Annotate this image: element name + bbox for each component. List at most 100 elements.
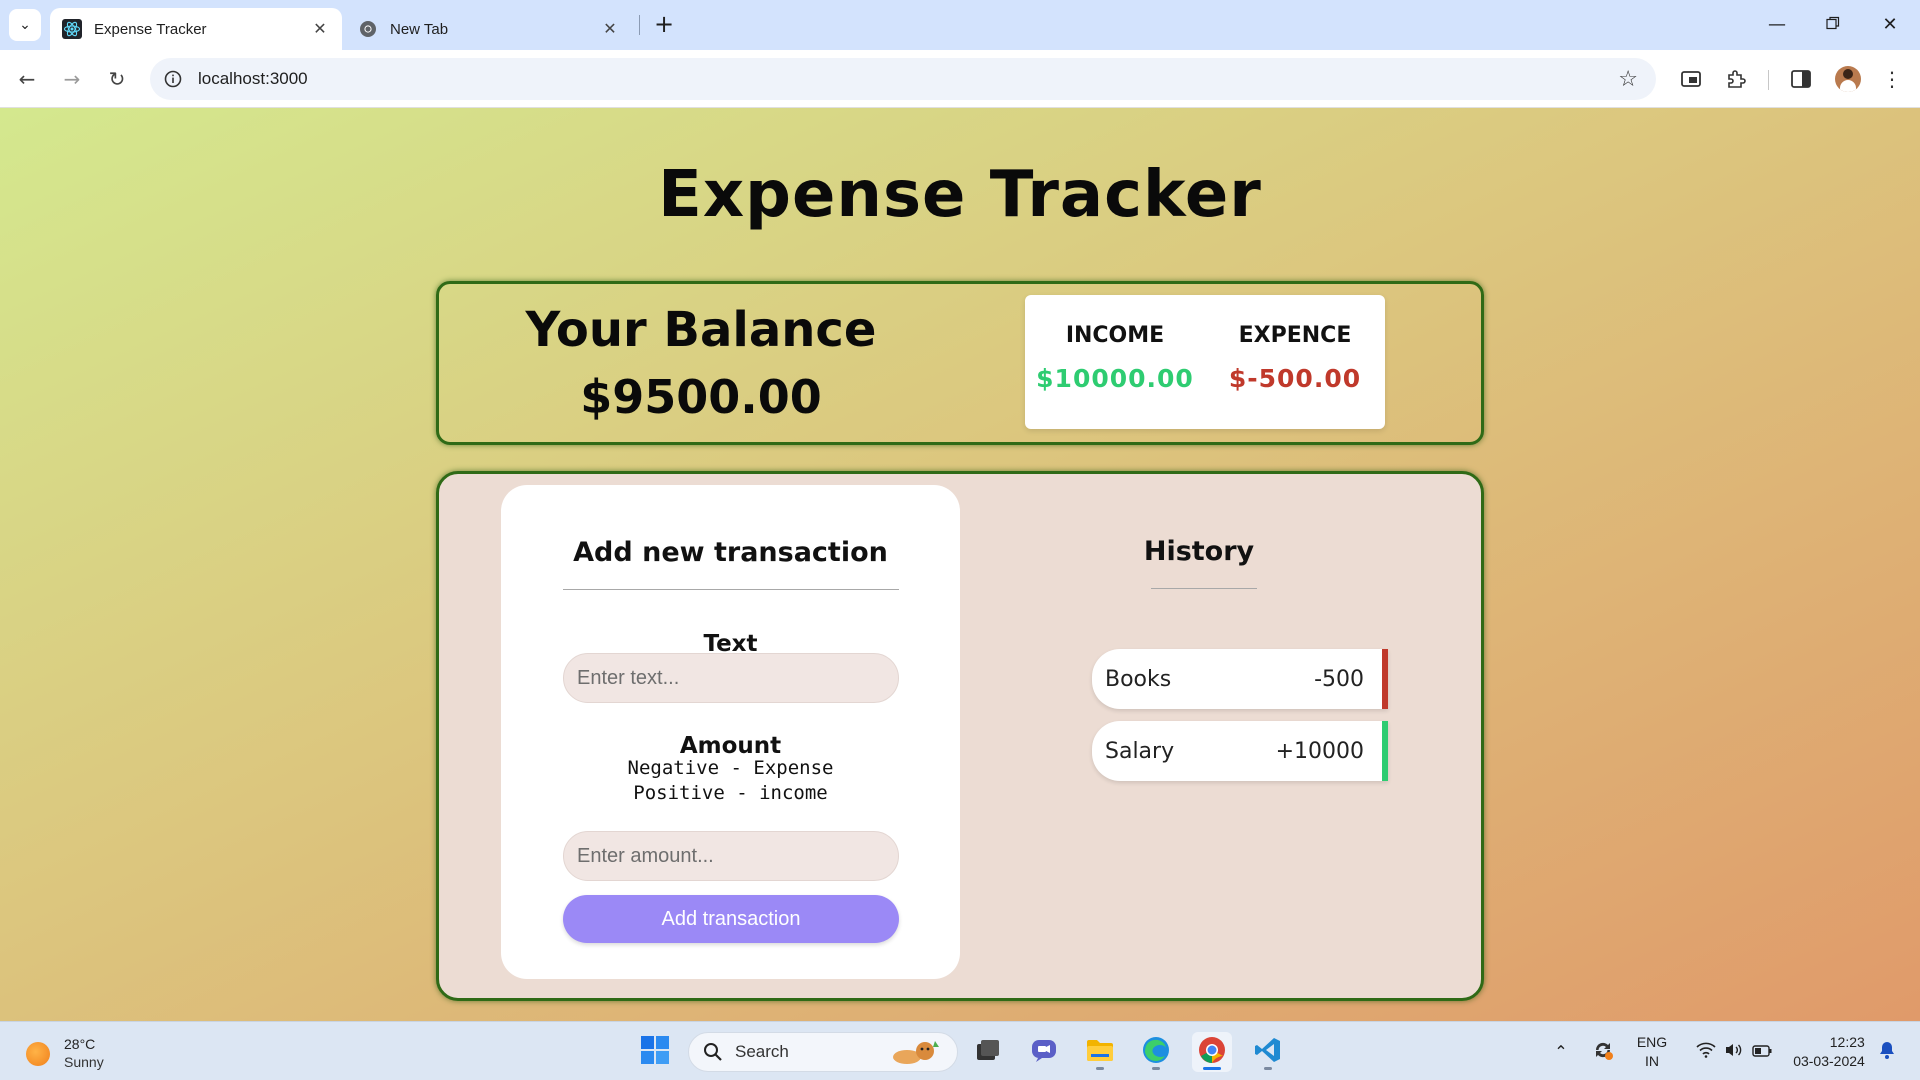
volume-icon bbox=[1724, 1042, 1744, 1062]
teams-chat-button[interactable] bbox=[1024, 1032, 1064, 1072]
text-input[interactable] bbox=[563, 653, 899, 703]
quick-settings-button[interactable] bbox=[1684, 1022, 1784, 1080]
minimize-button[interactable]: — bbox=[1757, 6, 1797, 42]
search-label: Search bbox=[735, 1042, 789, 1061]
vscode-icon bbox=[1254, 1036, 1282, 1068]
windows-taskbar: 28°C Sunny Search ⌃ ENG IN 12:23 03-03-2… bbox=[0, 1021, 1920, 1080]
search-highlight-icon bbox=[889, 1037, 943, 1067]
edge-icon bbox=[1141, 1035, 1171, 1069]
chevron-down-icon: ⌄ bbox=[19, 17, 31, 33]
close-icon: ✕ bbox=[1882, 13, 1898, 35]
browser-toolbar: ← → ↻ localhost:3000 ☆ ⋮ bbox=[0, 50, 1920, 108]
tab-title: Expense Tracker bbox=[94, 20, 207, 38]
add-transaction-button[interactable]: Add transaction bbox=[563, 895, 899, 943]
site-info-icon[interactable] bbox=[162, 68, 184, 90]
vscode-button[interactable] bbox=[1248, 1032, 1288, 1072]
running-indicator bbox=[1203, 1067, 1221, 1070]
plus-icon: + bbox=[653, 10, 675, 38]
balance-label: Your Balance bbox=[525, 302, 877, 358]
bookmark-star-icon[interactable]: ☆ bbox=[1618, 67, 1638, 92]
transactions-panel: Add new transaction Text Amount Negative… bbox=[436, 471, 1484, 1001]
task-view-button[interactable] bbox=[968, 1032, 1008, 1072]
chrome-icon bbox=[358, 19, 378, 39]
chrome-button[interactable] bbox=[1192, 1032, 1232, 1072]
page-title: Expense Tracker bbox=[658, 158, 1262, 232]
chevron-up-icon: ⌃ bbox=[1554, 1042, 1568, 1061]
edge-button[interactable] bbox=[1136, 1032, 1176, 1072]
chat-icon bbox=[1030, 1037, 1058, 1067]
wifi-icon bbox=[1696, 1042, 1716, 1062]
bell-icon bbox=[1878, 1040, 1896, 1064]
profile-avatar[interactable] bbox=[1835, 66, 1861, 92]
task-view-icon bbox=[975, 1037, 1001, 1067]
history-title: History bbox=[1143, 536, 1255, 567]
reload-button[interactable]: ↻ bbox=[100, 62, 134, 96]
tab-new-tab[interactable]: New Tab ✕ bbox=[346, 8, 632, 50]
new-tab-button[interactable]: + bbox=[650, 10, 678, 38]
weather-description: Sunny bbox=[64, 1054, 104, 1070]
form-divider bbox=[563, 589, 899, 590]
clock-date: 03-03-2024 bbox=[1793, 1052, 1865, 1069]
language-indicator[interactable]: ENG IN bbox=[1630, 1022, 1674, 1080]
search-icon bbox=[701, 1040, 725, 1064]
weather-widget[interactable]: 28°C Sunny bbox=[26, 1036, 116, 1070]
amount-label: Amount bbox=[679, 733, 782, 759]
income-expense-box: INCOME $10000.00 EXPENCE $-500.00 bbox=[1025, 295, 1385, 429]
file-explorer-button[interactable] bbox=[1080, 1032, 1120, 1072]
tab-search-button[interactable]: ⌄ bbox=[9, 9, 41, 41]
address-bar[interactable]: localhost:3000 ☆ bbox=[150, 58, 1656, 100]
balance-value: $9500.00 bbox=[580, 370, 822, 424]
windows-logo-icon bbox=[640, 1035, 670, 1069]
start-button[interactable] bbox=[635, 1032, 675, 1072]
toolbar-divider bbox=[1768, 70, 1769, 90]
browser-tab-bar: ⌄ Expense Tracker ✕ New Tab ✕ + — ✕ bbox=[0, 0, 1920, 50]
taskbar-search[interactable]: Search bbox=[688, 1032, 958, 1072]
menu-kebab-icon[interactable]: ⋮ bbox=[1877, 64, 1907, 94]
notifications-button[interactable] bbox=[1872, 1022, 1902, 1080]
back-button[interactable]: ← bbox=[10, 62, 44, 96]
amount-input[interactable] bbox=[563, 831, 899, 881]
history-item-books[interactable]: Books -500 bbox=[1092, 649, 1388, 709]
tab-title: New Tab bbox=[390, 20, 449, 38]
history-item-amount: +10000 bbox=[1275, 738, 1364, 764]
close-tab-icon[interactable]: ✕ bbox=[310, 19, 330, 39]
weather-temperature: 28°C bbox=[64, 1036, 96, 1052]
restore-button[interactable] bbox=[1813, 6, 1853, 42]
sync-status-button[interactable] bbox=[1586, 1022, 1620, 1080]
add-transaction-form: Add new transaction Text Amount Negative… bbox=[501, 485, 960, 979]
url-text: localhost:3000 bbox=[198, 69, 308, 88]
tab-divider bbox=[639, 15, 640, 35]
balance-card: Your Balance $9500.00 INCOME $10000.00 E… bbox=[436, 281, 1484, 445]
expense-label: EXPENCE bbox=[1238, 323, 1352, 348]
income-column: INCOME $10000.00 bbox=[1025, 323, 1205, 393]
react-icon bbox=[62, 19, 82, 39]
history-item-amount: -500 bbox=[1314, 666, 1364, 692]
side-panel-icon[interactable] bbox=[1786, 64, 1816, 94]
history-item-text: Salary bbox=[1105, 738, 1175, 764]
clock[interactable]: 12:23 03-03-2024 bbox=[1786, 1022, 1872, 1080]
tab-expense-tracker[interactable]: Expense Tracker ✕ bbox=[50, 8, 342, 50]
language-region: IN bbox=[1645, 1052, 1659, 1069]
close-tab-icon[interactable]: ✕ bbox=[600, 19, 620, 39]
expense-value: $-500.00 bbox=[1228, 364, 1362, 393]
close-window-button[interactable]: ✕ bbox=[1870, 6, 1910, 42]
picture-in-picture-icon[interactable] bbox=[1676, 64, 1706, 94]
form-title: Add new transaction bbox=[573, 537, 888, 568]
forward-button[interactable]: → bbox=[55, 62, 89, 96]
extensions-icon[interactable] bbox=[1721, 64, 1751, 94]
minimize-icon: — bbox=[1768, 13, 1786, 35]
restore-icon bbox=[1826, 14, 1840, 35]
history-item-salary[interactable]: Salary +10000 bbox=[1092, 721, 1388, 781]
reload-icon: ↻ bbox=[108, 67, 126, 91]
history-divider bbox=[1151, 588, 1257, 589]
arrow-right-icon: → bbox=[63, 67, 81, 91]
show-hidden-icons-button[interactable]: ⌃ bbox=[1546, 1022, 1576, 1080]
history-item-text: Books bbox=[1105, 666, 1172, 692]
amount-hint-negative: Negative - Expense bbox=[627, 757, 834, 779]
income-label: INCOME bbox=[1065, 323, 1165, 348]
arrow-left-icon: ← bbox=[18, 67, 36, 91]
running-indicator bbox=[1096, 1067, 1104, 1070]
clock-time: 12:23 bbox=[1829, 1033, 1865, 1050]
sync-icon bbox=[1592, 1039, 1614, 1065]
sun-icon bbox=[26, 1042, 50, 1066]
